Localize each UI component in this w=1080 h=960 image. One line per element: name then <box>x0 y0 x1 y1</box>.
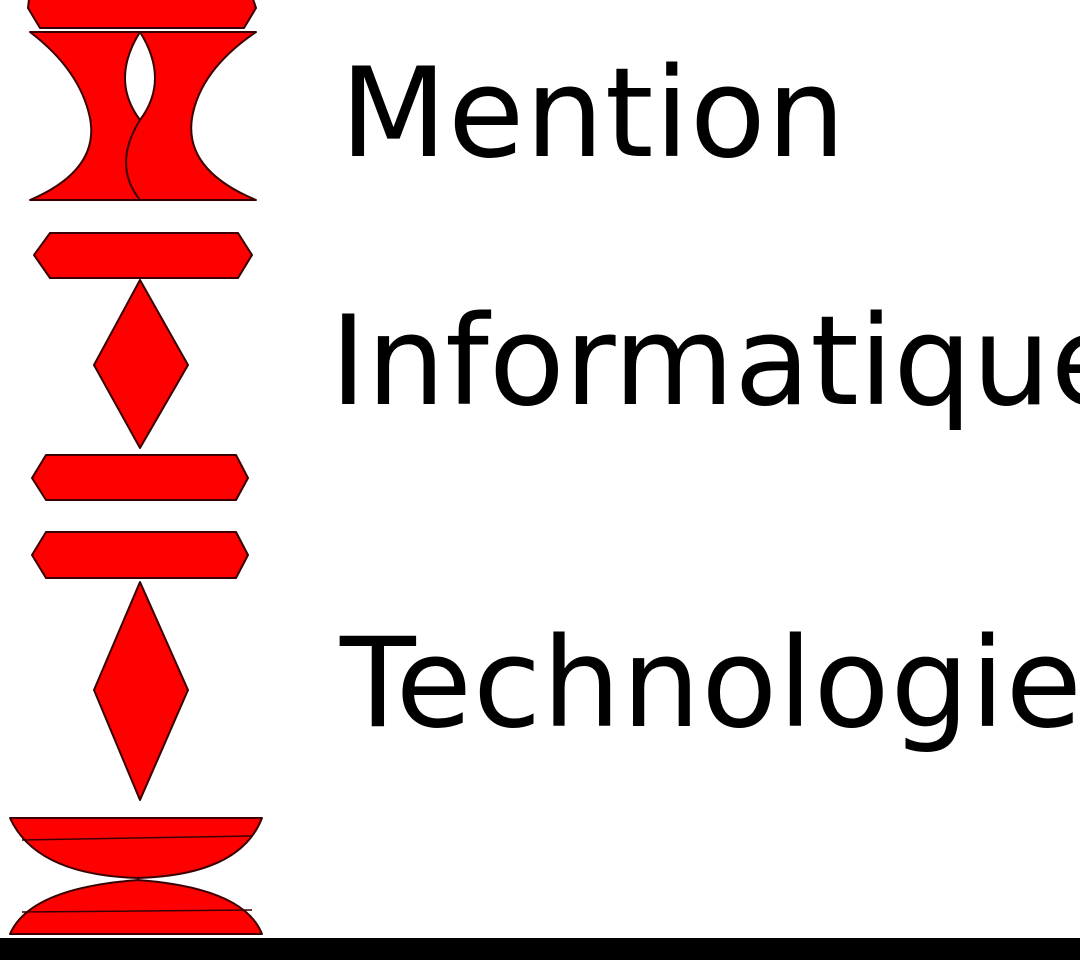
bar-three-shape <box>31 531 249 579</box>
totem-logo-icon <box>9 0 263 935</box>
right-crescent-shape <box>125 31 257 201</box>
title-line-informatique: Informatique <box>330 290 1080 434</box>
diamond-two-shape <box>93 581 189 801</box>
bottom-bar <box>0 938 1080 960</box>
logo-canvas: Mention Informatique Technologie <box>0 0 1080 960</box>
bottom-bowl-lower-shape <box>9 879 263 935</box>
title-line-technologie: Technologie <box>340 612 1080 756</box>
title-line-mention: Mention <box>340 42 847 186</box>
diamond-one-shape <box>93 279 189 449</box>
top-cap-shape <box>27 0 257 29</box>
bar-two-shape <box>31 454 249 501</box>
bottom-bowl-upper-shape <box>9 817 263 879</box>
bar-one-shape <box>33 232 253 279</box>
